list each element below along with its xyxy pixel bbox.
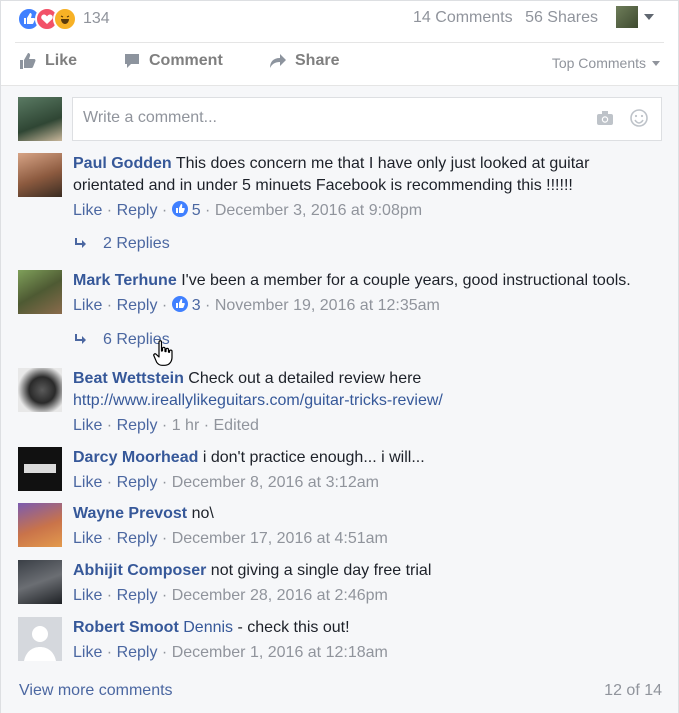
- comment-like-count[interactable]: 3: [192, 297, 201, 314]
- sort-label: Top Comments: [551, 55, 646, 71]
- avatar[interactable]: [18, 270, 62, 314]
- comment-reply-link[interactable]: Reply: [117, 530, 158, 547]
- divider: [15, 42, 664, 43]
- comment-author[interactable]: Darcy Moorhead: [73, 449, 198, 466]
- comment-author[interactable]: Mark Terhune: [73, 272, 177, 289]
- comments-count-link[interactable]: 14 Comments: [413, 9, 513, 26]
- comment-like-link[interactable]: Like: [73, 297, 102, 314]
- comment-text: no\: [191, 505, 214, 522]
- comment-sort-dropdown[interactable]: Top Comments: [552, 55, 660, 71]
- comments-pagination-count: 12 of 14: [604, 682, 662, 699]
- avatar[interactable]: [18, 368, 62, 412]
- reactions-summary[interactable]: 134: [17, 7, 110, 31]
- comment-meta: Like · Reply · 5 · December 3, 2016 at 9…: [73, 201, 423, 219]
- comment-meta: Like · Reply · December 8, 2016 at 3:12a…: [73, 474, 379, 491]
- comment-reply-link[interactable]: Reply: [117, 417, 158, 434]
- comment-input-box[interactable]: [72, 97, 662, 141]
- comment-text: - check this out!: [237, 619, 350, 636]
- emoji-icon[interactable]: [629, 108, 649, 128]
- comment-like-count[interactable]: 5: [192, 202, 201, 219]
- shares-count-link[interactable]: 56 Shares: [525, 9, 598, 26]
- account-avatar: [616, 6, 638, 28]
- like-count-icon: [171, 201, 188, 217]
- share-arrow-icon: [270, 54, 286, 68]
- comment-meta: Like · Reply · December 17, 2016 at 4:51…: [73, 530, 388, 547]
- comment-author[interactable]: Beat Wettstein: [73, 370, 184, 387]
- comment-meta: Like · Reply · December 1, 2016 at 12:18…: [73, 644, 388, 661]
- comment-text: not giving a single day free trial: [210, 562, 432, 579]
- comments-section: Paul Godden This does concern me that I …: [1, 85, 678, 713]
- comment-timestamp[interactable]: December 3, 2016 at 9:08pm: [215, 202, 422, 219]
- comment-text: Check out a detailed review here: [188, 370, 422, 387]
- chevron-down-icon: [644, 14, 654, 20]
- replies-count: 2 Replies: [103, 235, 170, 252]
- comment-author[interactable]: Paul Godden: [73, 155, 172, 172]
- caret-down-icon: [652, 60, 660, 66]
- comment-button[interactable]: Comment: [123, 52, 223, 70]
- comment-reply-link[interactable]: Reply: [117, 474, 158, 491]
- current-user-avatar: [18, 97, 62, 141]
- comment-reply-link[interactable]: Reply: [117, 644, 158, 661]
- comment-reply-link[interactable]: Reply: [117, 297, 158, 314]
- comment-reply-link[interactable]: Reply: [117, 202, 158, 219]
- comment-like-link[interactable]: Like: [73, 417, 102, 434]
- comment-like-link[interactable]: Like: [73, 644, 102, 661]
- avatar[interactable]: [18, 560, 62, 604]
- reply-arrow-icon: [75, 238, 86, 248]
- comment-timestamp[interactable]: December 17, 2016 at 4:51am: [172, 530, 388, 547]
- avatar[interactable]: [18, 503, 62, 547]
- hand-cursor-icon: [153, 340, 173, 366]
- reply-arrow-icon: [75, 334, 86, 344]
- comment-icon: [125, 54, 139, 68]
- comment-like-link[interactable]: Like: [73, 202, 102, 219]
- comment-author[interactable]: Wayne Prevost: [73, 505, 187, 522]
- thumbs-up-icon: [20, 53, 36, 69]
- comment-like-link[interactable]: Like: [73, 587, 102, 604]
- default-user-icon: [24, 626, 56, 661]
- like-count-icon: [171, 296, 188, 312]
- comment-link[interactable]: http://www.ireallylikeguitars.com/guitar…: [73, 392, 443, 409]
- avatar[interactable]: [18, 617, 62, 661]
- post-stats-bar: 134 14 Comments 56 Shares: [1, 1, 678, 39]
- avatar[interactable]: [18, 153, 62, 197]
- comment-timestamp[interactable]: November 19, 2016 at 12:35am: [215, 297, 440, 314]
- view-more-comments-link[interactable]: View more comments: [19, 682, 173, 700]
- account-selector[interactable]: [616, 6, 654, 28]
- comment-timestamp[interactable]: December 1, 2016 at 12:18am: [172, 644, 388, 661]
- view-replies-link[interactable]: 2 Replies: [73, 235, 170, 253]
- like-button-label: Like: [45, 52, 78, 69]
- comment-meta: Like · Reply · December 28, 2016 at 2:46…: [73, 587, 388, 604]
- comment-text: I've been a member for a couple years, g…: [181, 272, 631, 289]
- haha-icon: [53, 7, 77, 31]
- comment-meta: Like · Reply · 1 hr · Edited: [73, 417, 259, 434]
- camera-icon[interactable]: [595, 108, 615, 128]
- comment-meta: Like · Reply · 3 · November 19, 2016 at …: [73, 296, 440, 314]
- comment-like-link[interactable]: Like: [73, 530, 102, 547]
- share-button-label: Share: [295, 52, 340, 69]
- comment-text: i don't practice enough... i will...: [202, 449, 425, 466]
- comment-button-label: Comment: [149, 52, 223, 69]
- share-button[interactable]: Share: [269, 52, 339, 70]
- comment-input[interactable]: [81, 108, 565, 128]
- comment-author[interactable]: Abhijit Composer: [73, 562, 206, 579]
- mention-link[interactable]: Dennis: [183, 619, 233, 636]
- avatar[interactable]: [18, 447, 62, 491]
- comment-timestamp[interactable]: December 8, 2016 at 3:12am: [172, 474, 379, 491]
- comment-timestamp[interactable]: December 28, 2016 at 2:46pm: [172, 587, 388, 604]
- edited-label[interactable]: Edited: [214, 417, 259, 434]
- like-button[interactable]: Like: [19, 52, 77, 70]
- post-actions-bar: Like Comment Share Top Comments: [1, 47, 678, 83]
- post-counts: 14 Comments 56 Shares: [405, 9, 598, 27]
- comment-timestamp[interactable]: 1 hr: [172, 417, 200, 434]
- comment-reply-link[interactable]: Reply: [117, 587, 158, 604]
- reaction-count: 134: [83, 10, 110, 27]
- comment-author[interactable]: Robert Smoot: [73, 619, 179, 636]
- post-comments-panel: 134 14 Comments 56 Shares Like Comment S…: [0, 0, 679, 713]
- comment-like-link[interactable]: Like: [73, 474, 102, 491]
